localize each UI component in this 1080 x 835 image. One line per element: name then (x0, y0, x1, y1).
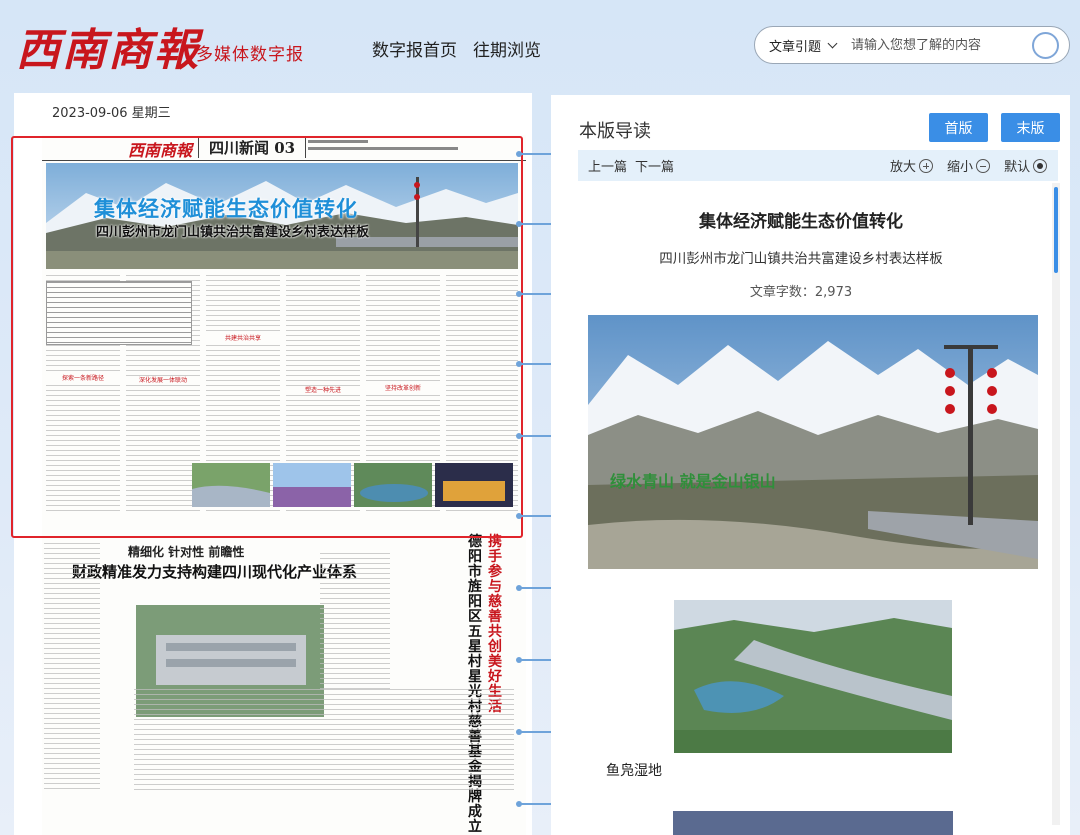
connector-dot (516, 291, 522, 297)
connector-dot (516, 801, 522, 807)
search-icon[interactable] (1032, 32, 1059, 59)
binder-connector (516, 93, 552, 835)
zoom-in-button[interactable]: 放大 (890, 156, 934, 175)
last-page-button[interactable]: 末版 (1001, 113, 1060, 142)
header: 西南商報 多媒体数字报 数字报首页 往期浏览 文章引题 (0, 0, 1080, 92)
article-subtitle: 四川彭州市龙门山镇共治共富建设乡村表达样板 (659, 251, 943, 267)
plus-circle-icon (919, 159, 934, 173)
site-logo[interactable]: 西南商報 (16, 14, 200, 78)
article-word-count: 文章字数：2,973 (749, 285, 853, 300)
photo-caption: 鱼凫湿地 (606, 763, 662, 779)
site-subtitle: 多媒体数字报 (196, 45, 304, 65)
connector-line (518, 363, 552, 365)
connector-line (518, 223, 552, 225)
default-size-label: 默认 (1004, 160, 1031, 175)
minus-circle-icon (976, 159, 991, 173)
article-photo-next[interactable] (673, 811, 953, 835)
connector-dot (516, 585, 522, 591)
search-type-select[interactable]: 文章引题 (755, 36, 851, 55)
article-toolbar: 上一篇 下一篇 放大 缩小 默认 (578, 150, 1058, 181)
prev-article-link[interactable]: 上一篇 (588, 156, 627, 175)
scrollbar-thumb[interactable] (1054, 187, 1058, 273)
vertical-headline-red[interactable]: 携手参与慈善 共创美好生活 (488, 535, 504, 715)
photo-sign-text: 绿水青山 就是金山银山 (610, 472, 776, 491)
wetland-photo (674, 600, 952, 753)
search-type-label: 文章引题 (769, 39, 822, 55)
text-column (134, 689, 514, 793)
article-title: 集体经济赋能生态价值转化 (699, 212, 903, 232)
connector-dot (516, 729, 522, 735)
zoom-out-label: 缩小 (947, 160, 974, 175)
scrollbar-track[interactable] (1052, 183, 1060, 825)
connector-line (518, 435, 552, 437)
connector-line (518, 153, 552, 155)
article-panel: 本版导读 首版 末版 上一篇 下一篇 放大 缩小 默认 集体经济赋能生态价值转化… (551, 95, 1070, 835)
lower-article-headline[interactable]: 财政精准发力支持构建四川现代化产业体系 (72, 561, 357, 582)
connector-dot (516, 657, 522, 663)
default-size-button[interactable]: 默认 (1004, 156, 1048, 175)
search-input[interactable] (851, 37, 1023, 53)
connector-dot (516, 513, 522, 519)
connector-dot (516, 361, 522, 367)
chevron-down-icon (827, 38, 838, 48)
text-column (320, 553, 390, 693)
first-page-button[interactable]: 首版 (929, 113, 988, 142)
lower-article-kicker[interactable]: 精细化 针对性 前瞻性 (128, 543, 244, 560)
nav-archive[interactable]: 往期浏览 (473, 36, 541, 61)
connector-line (518, 659, 552, 661)
selected-article-highlight[interactable] (11, 136, 523, 538)
connector-line (518, 803, 552, 805)
article-photo-mountains[interactable]: 绿水青山 就是金山银山 (588, 315, 1038, 569)
radio-selected-icon (1033, 159, 1048, 173)
panel-title: 本版导读 (579, 121, 651, 142)
issue-date: 2023-09-06 星期三 (52, 106, 171, 121)
connector-dot (516, 433, 522, 439)
mountain-photo: 绿水青山 就是金山银山 (588, 315, 1038, 569)
main-nav: 数字报首页 往期浏览 (372, 36, 541, 61)
nav-home[interactable]: 数字报首页 (372, 36, 457, 61)
connector-line (518, 587, 552, 589)
connector-line (518, 293, 552, 295)
article-photo-wetland[interactable] (674, 600, 952, 753)
connector-line (518, 731, 552, 733)
next-article-link[interactable]: 下一篇 (635, 156, 674, 175)
zoom-out-button[interactable]: 缩小 (947, 156, 991, 175)
search-bar: 文章引题 (754, 26, 1070, 64)
connector-line (518, 515, 552, 517)
zoom-in-label: 放大 (890, 160, 917, 175)
text-column (44, 543, 100, 793)
connector-dot (516, 221, 522, 227)
connector-dot (516, 151, 522, 157)
